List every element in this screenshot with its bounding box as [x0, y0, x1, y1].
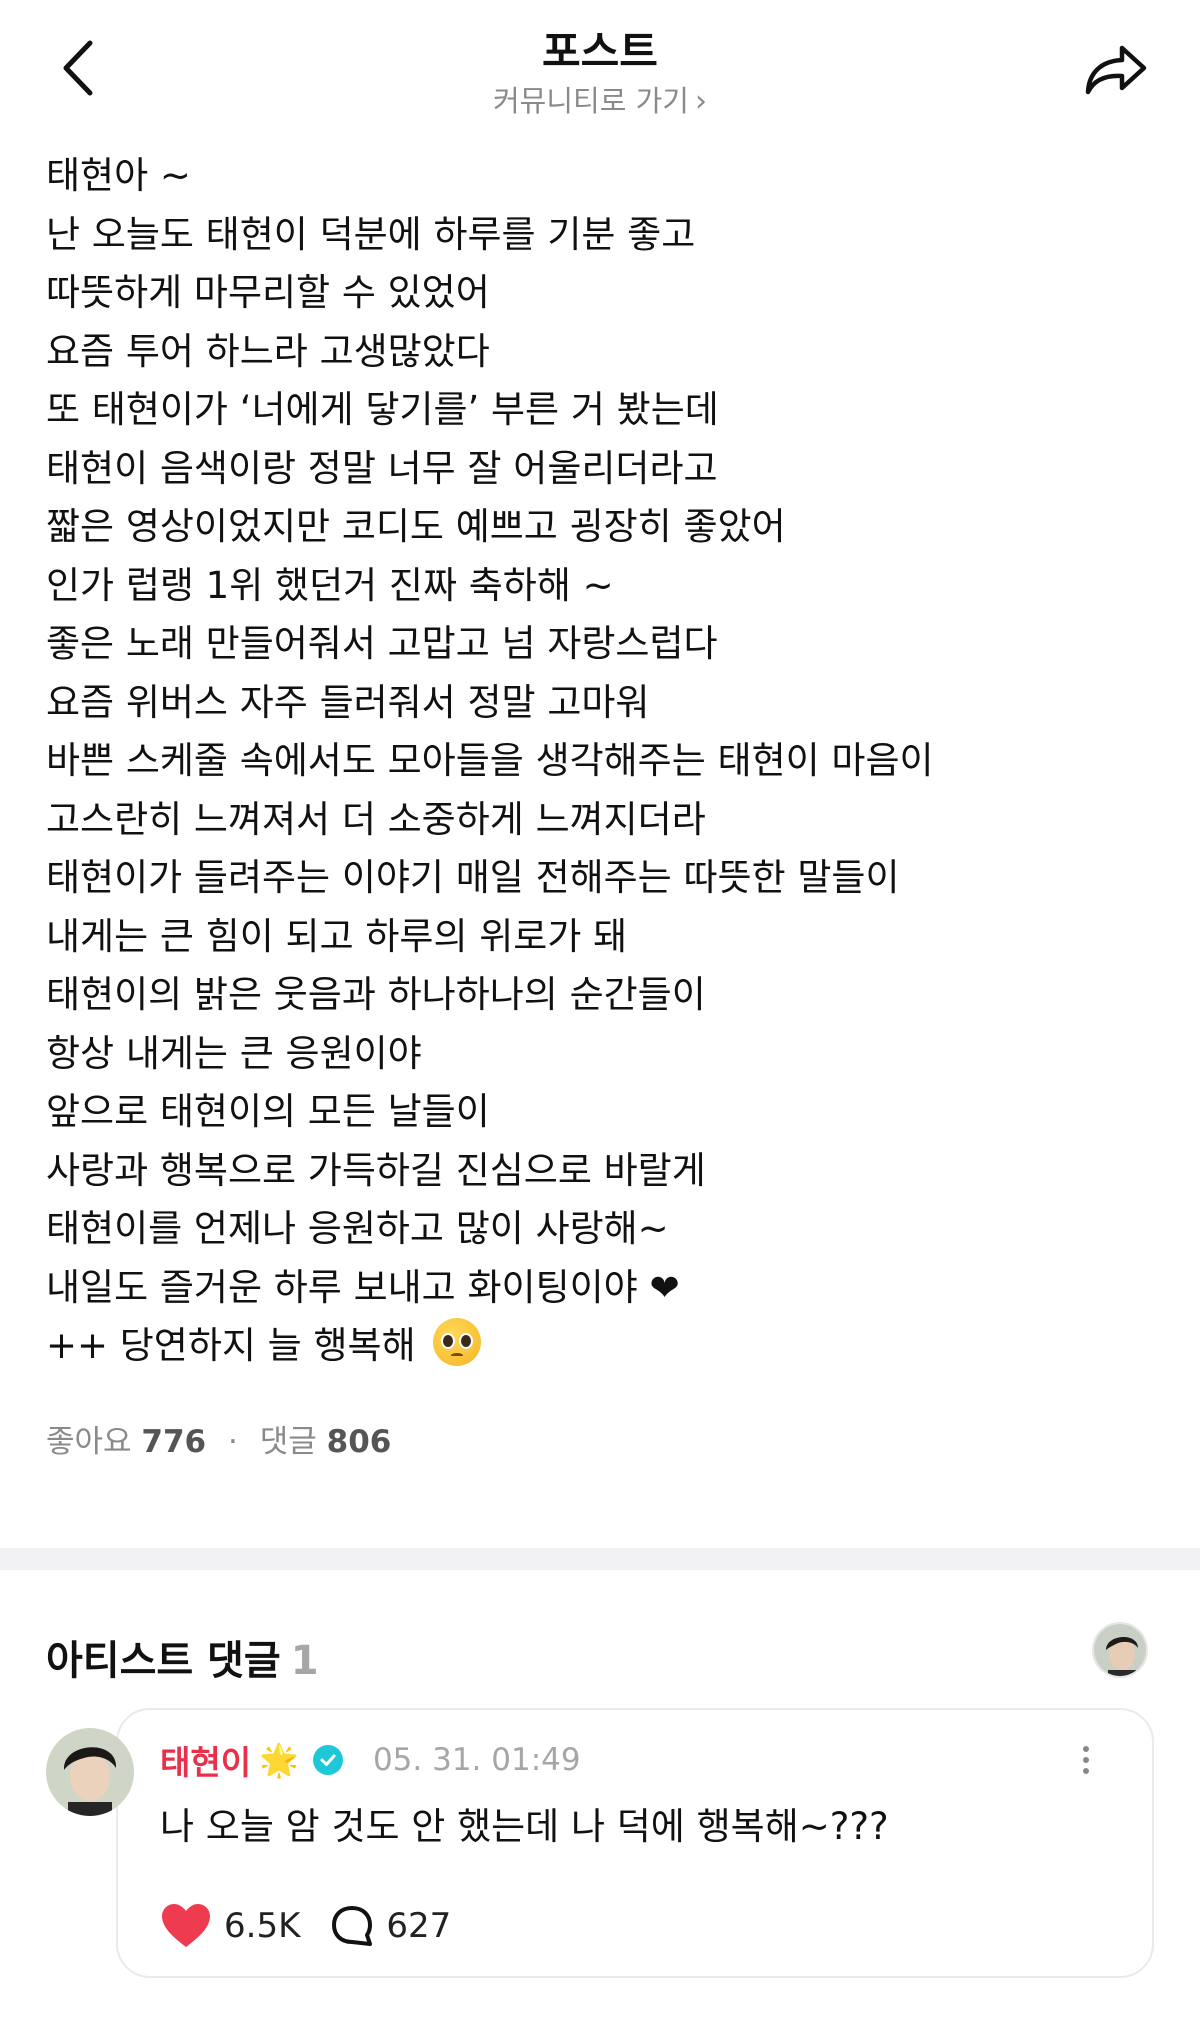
- post-line: 요즘 투어 하느라 고생많았다: [46, 329, 490, 373]
- post-line: 태현이 음색이랑 정말 너무 잘 어울리더라고: [46, 446, 718, 490]
- avatar-image: [1094, 1623, 1146, 1676]
- post-content: 태현아 ~ 난 오늘도 태현이 덕분에 하루를 기분 좋고 따뜻하게 마무리할 …: [0, 135, 1200, 1376]
- post-line-with-emoji: ++ 당연하지 늘 행복해: [46, 1317, 1154, 1376]
- post-line: 짧은 영상이었지만 코디도 예쁘고 굉장히 좋았어: [46, 505, 786, 548]
- artist-comments-header: 아티스트 댓글 1: [0, 1570, 1200, 1690]
- more-vertical-icon: [1083, 1745, 1089, 1752]
- post-line: 고스란히 느껴져서 더 소중하게 느껴지더라: [46, 797, 706, 841]
- artist-comments-count: 1: [290, 1637, 319, 1684]
- post-stats: 좋아요 776 · 댓글 806: [0, 1376, 1200, 1486]
- avatar-image: [46, 1727, 134, 1816]
- likes-label: 좋아요: [46, 1423, 132, 1460]
- artist-comments-title: 아티스트 댓글 1: [46, 1628, 319, 1686]
- go-to-community-link[interactable]: 커뮤니티로 가기 ›: [0, 78, 1200, 120]
- heart-icon: [162, 1903, 210, 1947]
- post-line: 바쁜 스케줄 속에서도 모아들을 생각해주는 태현이 마음이: [46, 739, 934, 782]
- post-line: 태현아 ~: [46, 154, 191, 197]
- post-line: 요즘 위버스 자주 들러줘서 정말 고마워: [46, 680, 650, 724]
- post-line: 내게는 큰 힘이 되고 하루의 위로가 돼: [46, 914, 628, 958]
- share-button[interactable]: [1076, 30, 1156, 110]
- post-line: 난 오늘도 태현이 덕분에 하루를 기분 좋고: [46, 212, 696, 256]
- comment-author-avatar[interactable]: [46, 1727, 134, 1816]
- share-arrow-icon: [1085, 45, 1147, 95]
- like-button[interactable]: 6.5K: [160, 1903, 300, 1949]
- community-link-label: 커뮤니티로 가기: [493, 84, 689, 118]
- post-line: 앞으로 태현이의 모든 날들이: [46, 1090, 490, 1133]
- black-heart-emoji: ❤: [649, 1267, 680, 1309]
- stats-separator: ·: [228, 1423, 238, 1460]
- comment-card: 태현이 🌟 05. 31. 01:49 나 오늘 암 것도 안 했는데 나 덕에…: [116, 1707, 1154, 1978]
- post-line: 또 태현이가 ‘너에게 닿기를’ 부른 거 봤는데: [46, 388, 719, 431]
- post-line: 태현이를 언제나 응원하고 많이 사랑해~: [46, 1207, 669, 1250]
- post-line-text: 내일도 즐거운 하루 보내고 화이팅이야: [46, 1265, 638, 1309]
- comment-timestamp: 05. 31. 01:49: [372, 1741, 581, 1778]
- post-line: 따뜻하게 마무리할 수 있었어: [46, 271, 490, 314]
- comment-author-name[interactable]: 태현이: [160, 1736, 251, 1784]
- comment-header: 태현이 🌟 05. 31. 01:49: [160, 1738, 581, 1782]
- artist-comments-label: 아티스트 댓글: [46, 1637, 281, 1684]
- page-title: 포스트: [542, 27, 658, 76]
- more-options-button[interactable]: [1072, 1738, 1100, 1782]
- comment-actions: 6.5K 627: [160, 1900, 451, 1952]
- post-line: 태현이가 들려주는 이야기 매일 전해주는 따뜻한 말들이: [46, 856, 900, 899]
- comment-bubble-icon: [332, 1905, 373, 1946]
- post-line-text: ++ 당연하지 늘 행복해: [46, 1324, 416, 1367]
- like-count: 6.5K: [224, 1905, 301, 1946]
- artist-comment: 태현이 🌟 05. 31. 01:49 나 오늘 암 것도 안 했는데 나 덕에…: [0, 1707, 1200, 1978]
- artist-avatar-small[interactable]: [1092, 1621, 1148, 1678]
- comment-text: 나 오늘 암 것도 안 했는데 나 덕에 행복해~???: [160, 1804, 889, 1848]
- top-bar: 포스트 커뮤니티로 가기 ›: [0, 0, 1200, 135]
- reply-count: 627: [386, 1905, 452, 1946]
- section-divider: [0, 1547, 1200, 1570]
- post-line-with-heart: 내일도 즐거운 하루 보내고 화이팅이야 ❤: [46, 1259, 1154, 1318]
- chevron-right-icon: ›: [694, 84, 707, 119]
- post-line: 사랑과 행복으로 가득하길 진심으로 바랄게: [46, 1148, 706, 1192]
- post-line: 태현이의 밝은 웃음과 하나하나의 순간들이: [46, 973, 706, 1016]
- verified-icon: [312, 1744, 343, 1775]
- likes-count: 776: [141, 1423, 207, 1460]
- comments-count: 806: [326, 1423, 392, 1460]
- post-line: 인가 럽랭 1위 했던거 진짜 축하해 ~: [46, 563, 614, 607]
- reply-button[interactable]: 627: [330, 1904, 451, 1948]
- comments-label: 댓글: [259, 1423, 317, 1460]
- post-line: 항상 내게는 큰 응원이야: [46, 1031, 422, 1075]
- star-emoji: 🌟: [259, 1740, 299, 1779]
- pleading-face-emoji: [433, 1318, 482, 1366]
- post-line: 좋은 노래 만들어줘서 고맙고 넘 자랑스럽다: [46, 622, 718, 665]
